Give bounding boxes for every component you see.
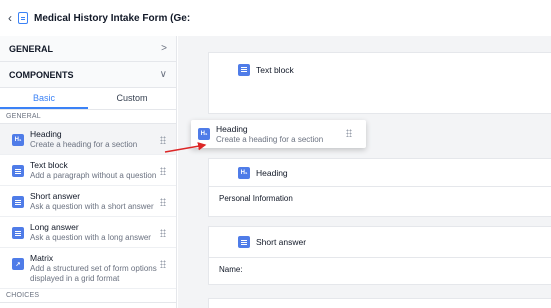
drag-arrow-icon <box>164 142 207 153</box>
